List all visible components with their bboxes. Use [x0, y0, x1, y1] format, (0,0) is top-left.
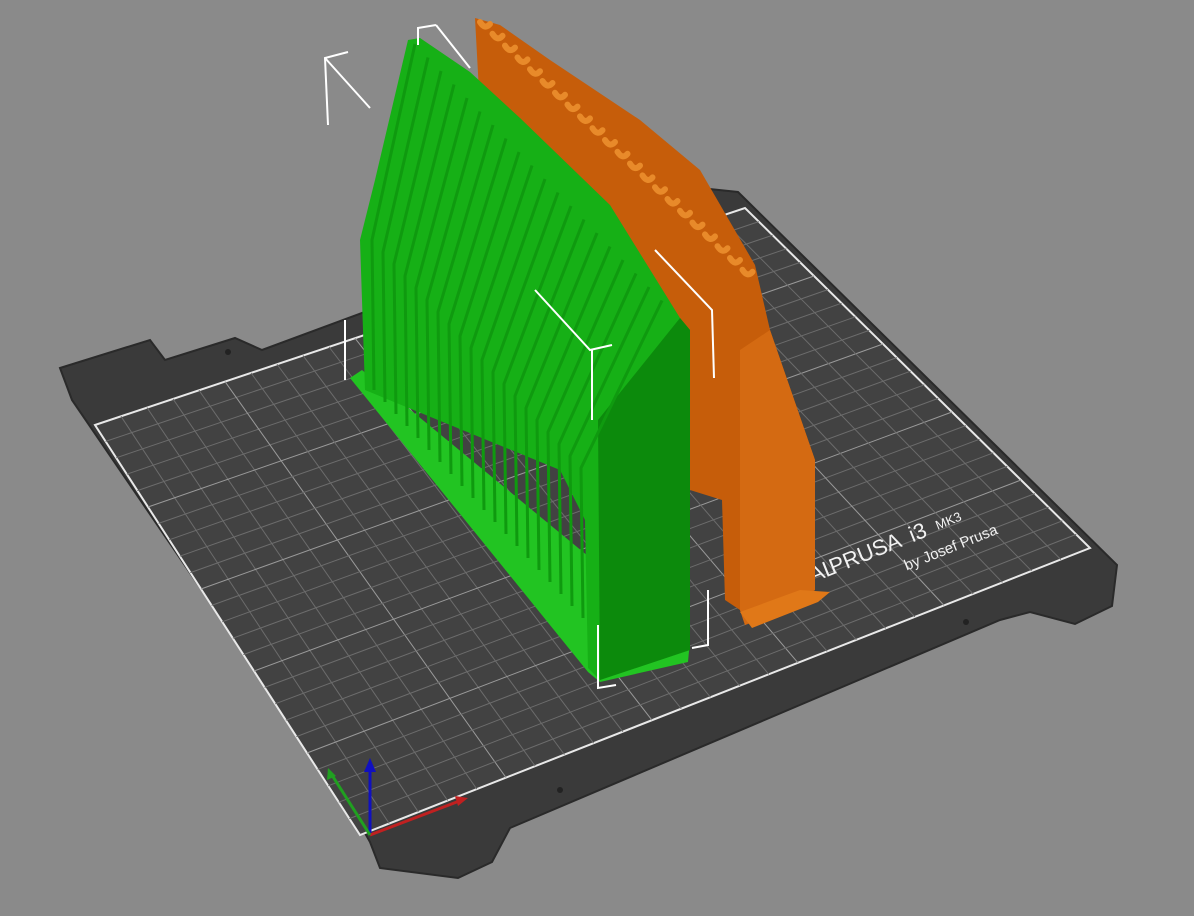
3d-viewport[interactable]: ORIGINAL PRUSA i3 MK3 by Josef Prusa: [0, 0, 1194, 916]
bed-hole: [557, 787, 563, 793]
bed-hole: [963, 619, 969, 625]
scene-canvas[interactable]: ORIGINAL PRUSA i3 MK3 by Josef Prusa: [0, 0, 1194, 916]
bed-hole: [225, 349, 231, 355]
